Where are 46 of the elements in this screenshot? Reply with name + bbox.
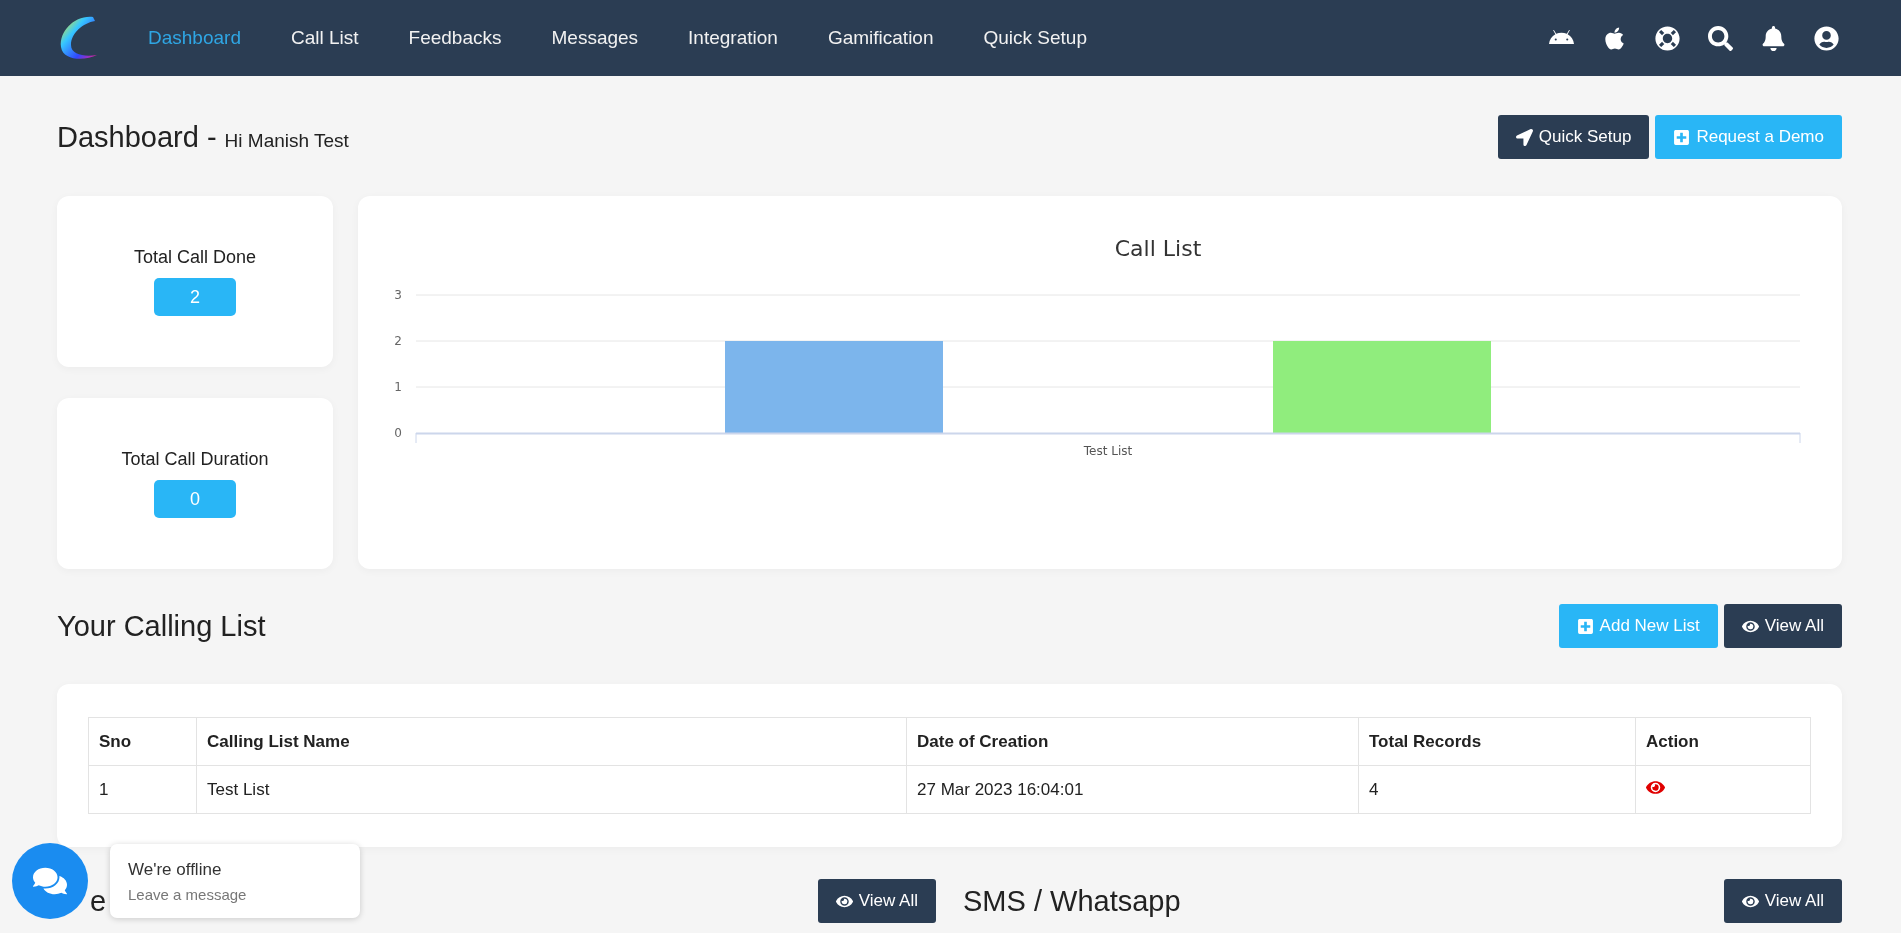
- section-title: e: [89, 884, 107, 918]
- stat-value: 2: [154, 278, 236, 316]
- view-all-button[interactable]: View All: [817, 879, 936, 923]
- greeting-text: Hi Manish Test: [224, 129, 349, 152]
- apple-icon[interactable]: [1602, 25, 1627, 51]
- stat-label: Total Call Done: [133, 247, 257, 268]
- setup-button[interactable]: Quick Setup: [1497, 115, 1650, 159]
- search-icon[interactable]: [1708, 25, 1733, 51]
- section-title: SMS / Whatsapp: [963, 884, 1181, 918]
- section-title: Your Calling List: [57, 609, 266, 643]
- page-title: Dashboard -: [57, 120, 217, 154]
- view-all-button[interactable]: View All: [1723, 604, 1842, 648]
- table-cell: Test List: [196, 765, 907, 814]
- table-cell: 27 Mar 2023 16:04:01: [906, 765, 1359, 814]
- lifebuoy-icon[interactable]: [1655, 25, 1680, 51]
- nav-link[interactable]: Call List: [265, 27, 384, 49]
- axis-label: 0: [394, 426, 402, 440]
- column-header: Total Records: [1358, 717, 1636, 766]
- column-header: Calling List Name: [196, 717, 907, 766]
- plus-icon: [1576, 617, 1594, 635]
- user-icon[interactable]: [1814, 25, 1839, 51]
- arrow-icon: [1515, 128, 1533, 146]
- chat-status: We're offline: [128, 859, 223, 880]
- nav-link[interactable]: Gamification: [802, 27, 959, 49]
- chart-title: Call List: [1114, 236, 1202, 261]
- nav-link[interactable]: Dashboard: [123, 27, 266, 49]
- axis-label: 3: [394, 288, 402, 302]
- table-cell: 1: [88, 765, 197, 814]
- column-header: Date of Creation: [906, 717, 1359, 766]
- stat-value: 0: [154, 480, 236, 518]
- column-header: Action: [1635, 717, 1811, 766]
- plus-icon: [1673, 128, 1691, 146]
- nav-link[interactable]: Messages: [526, 27, 664, 49]
- nav-link[interactable]: Feedbacks: [383, 27, 527, 49]
- table-cell: 4: [1358, 765, 1636, 814]
- chat-popup[interactable]: We're offline Leave a message: [110, 844, 360, 918]
- axis-label: 2: [394, 334, 402, 348]
- column-header: Sno: [88, 717, 197, 766]
- chat-prompt: Leave a message: [128, 885, 248, 903]
- axis-label: Test List: [1083, 444, 1133, 458]
- bell-icon[interactable]: [1761, 25, 1786, 51]
- nav-link[interactable]: Integration: [663, 27, 803, 49]
- nav-link[interactable]: Quick Setup: [958, 27, 1112, 49]
- view-all-button[interactable]: View All: [1723, 879, 1842, 923]
- axis-label: 1: [394, 380, 402, 394]
- stat-label: Total Call Duration: [121, 449, 269, 470]
